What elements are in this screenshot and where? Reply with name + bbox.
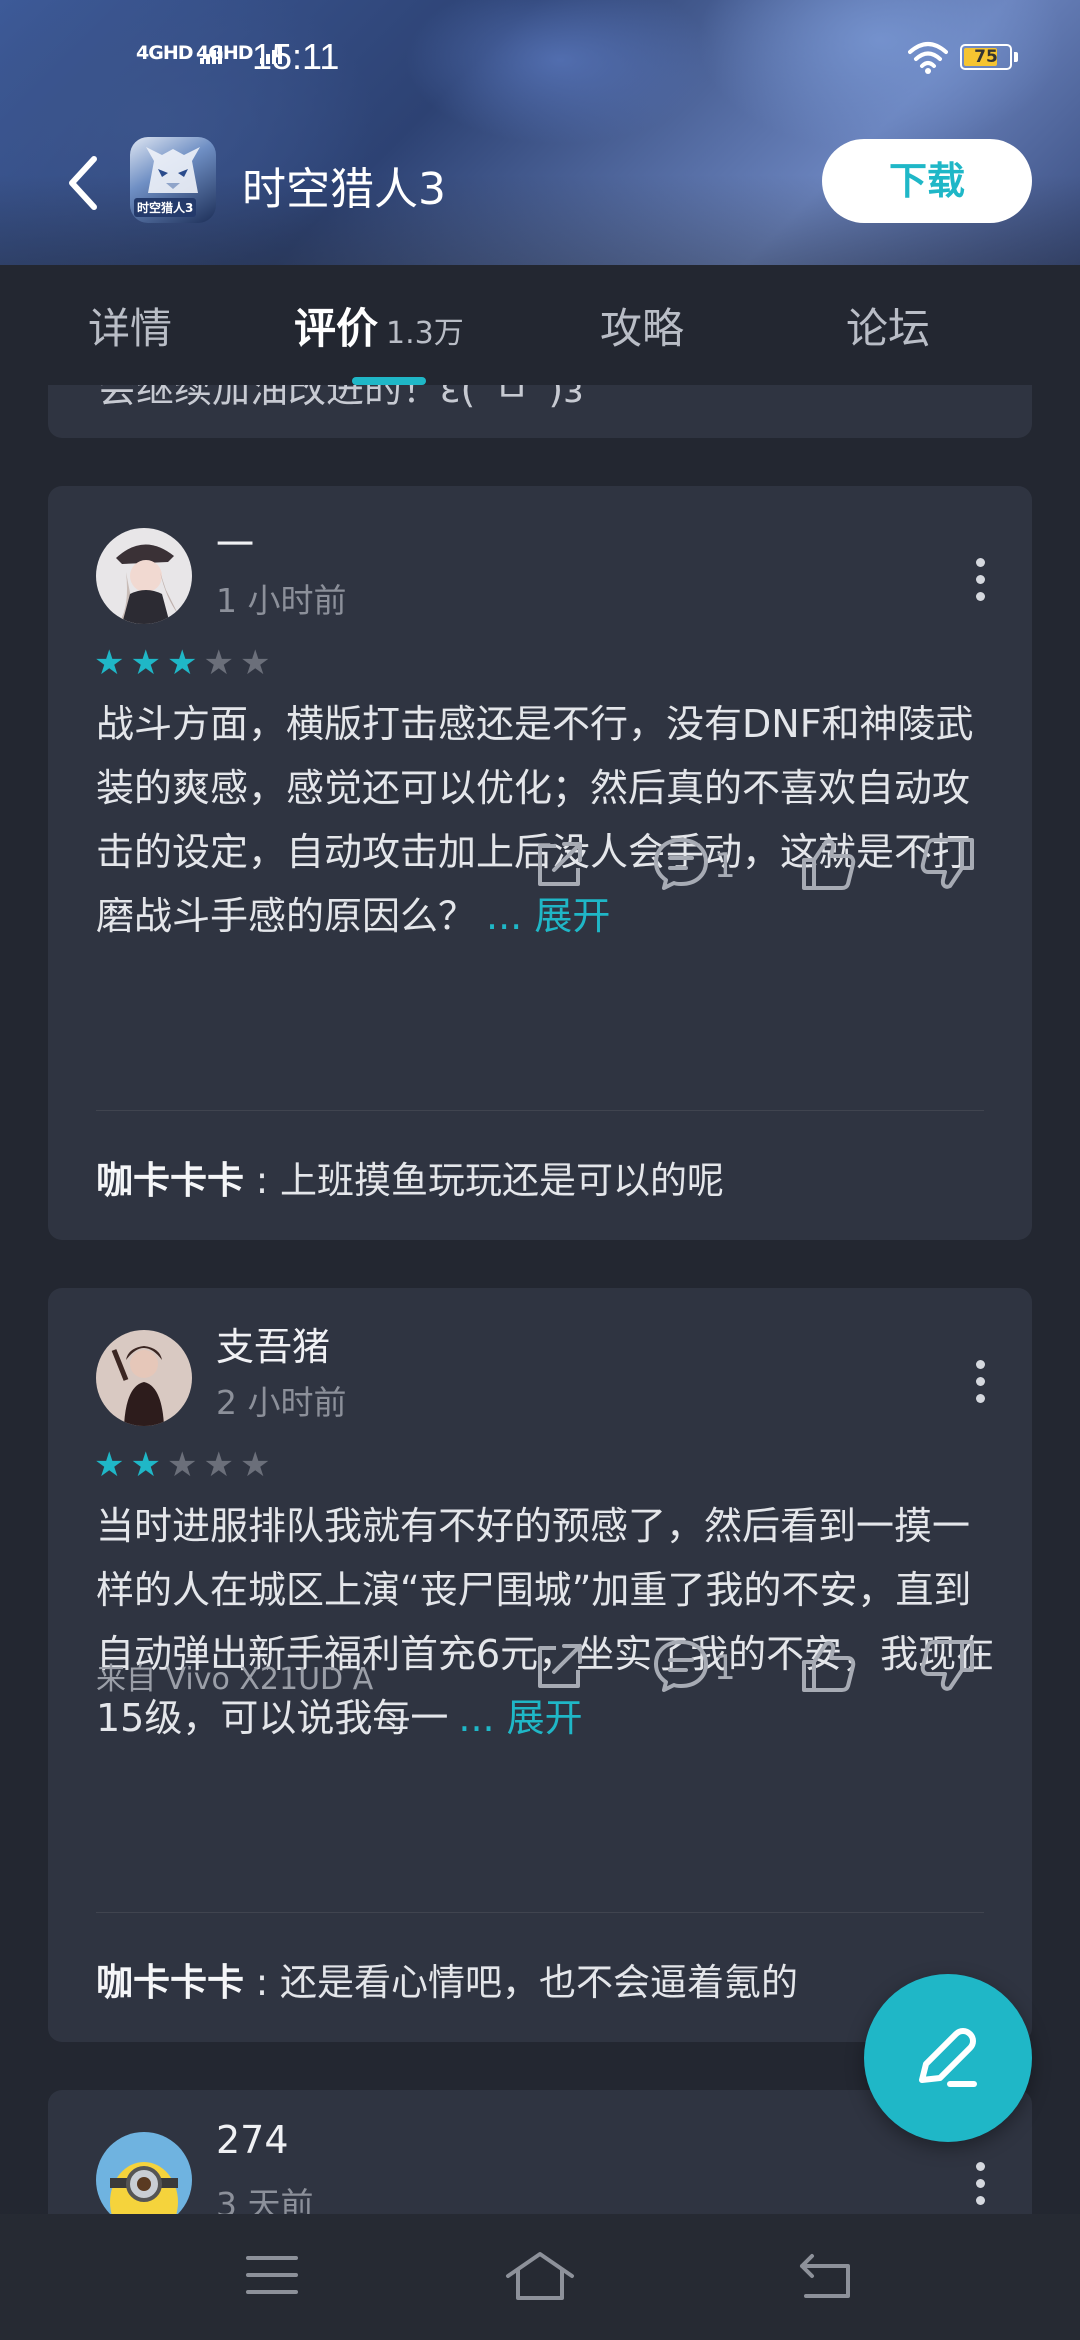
share-icon [538,1644,582,1688]
review-card[interactable]: 一 1 小时前 ★ ★ ★ ★ ★ 战斗方面，横版打击感还是不行，没有DNF和神陵武装的… [48,486,1032,1240]
more-vertical-icon[interactable] [974,1360,986,1404]
app-icon-label: 时空猎人3 [134,198,197,217]
star-filled-icon: ★ [130,643,161,683]
review-time: 1 小时前 [216,581,347,620]
tab-details[interactable]: 详情 [88,295,172,356]
star-empty-icon: ★ [239,1445,271,1485]
app-bar: 时空猎人3 时空猎人3 下载 [0,135,1080,235]
tab-forum-label: 论坛 [846,304,931,353]
comment-icon [654,838,708,890]
star-filled-icon: ★ [130,1445,161,1485]
reply-text: 还是看心情吧，也不会逼着氪的 [280,1961,798,2004]
tab-bar: 详情 评价 1.3万 攻略 论坛 [0,265,1080,385]
expand-link[interactable]: ... 展开 [458,1696,582,1740]
write-review-button[interactable] [864,1974,1032,2142]
share-button[interactable] [532,1638,588,1702]
avatar[interactable] [96,528,192,624]
tab-details-label: 详情 [88,304,173,353]
comment-count: 1 [714,846,736,886]
review-username[interactable]: 支吾猪 [216,1316,330,1371]
review-username[interactable]: 274 [216,2118,289,2162]
star-empty-icon: ★ [203,1445,234,1485]
like-button[interactable] [800,1638,856,1702]
star-empty-icon: ★ [203,643,234,683]
app-title: 时空猎人3 [242,164,446,215]
avatar[interactable] [96,1330,192,1426]
battery-percent: 75 [974,47,998,67]
reply-preview[interactable]: 咖卡卡卡 : 还是看心情吧，也不会逼着氪的 [96,1952,798,2006]
review-actions: 1 [48,1638,1032,1702]
user-avatar-icon [96,1330,192,1426]
review-card[interactable]: 支吾猪 2 小时前 ★ ★ ★ ★ ★ 当时进服排队我就有不好的预感了，然后看到一摸一样… [48,1288,1032,2042]
dislike-button[interactable] [920,1638,976,1702]
tab-forum[interactable]: 论坛 [846,295,930,356]
star-empty-icon: ★ [239,643,271,683]
menu-icon[interactable] [244,2250,300,2300]
back-arrow-icon[interactable] [64,153,104,213]
tab-reviews[interactable]: 评价 1.3万 [294,295,464,356]
reply-username: 咖卡卡卡 [96,1159,244,1202]
review-count: 1.3万 [386,316,464,351]
signal-2-label: 4GHD [196,42,253,64]
rating-stars: ★ ★ ★ ★ ★ [94,1448,276,1482]
battery-icon: 75 [960,44,1018,70]
share-button[interactable] [532,836,588,900]
signal-1-label: 4GHD [136,42,193,64]
review-text: 当时进服排队我就有不好的预感了，然后看到一摸一样的人在城区上演“丧尸围城”加重了… [96,1494,996,1750]
status-time: 15:11 [252,36,340,77]
review-username[interactable]: 一 [216,514,254,569]
return-icon[interactable] [796,2250,856,2302]
star-filled-icon: ★ [94,643,125,683]
tab-guides-label: 攻略 [600,304,685,353]
app-icon: 时空猎人3 [130,137,216,223]
star-filled-icon: ★ [166,643,198,683]
reply-text: 上班摸鱼玩玩还是可以的呢 [280,1159,724,1202]
share-icon [538,842,582,886]
thumbs-down-icon [920,1640,974,1691]
review-time: 2 小时前 [216,1383,347,1422]
tab-guides[interactable]: 攻略 [600,295,684,356]
thumbs-down-icon [920,838,974,889]
tab-reviews-label: 评价 [294,304,379,353]
thumbs-up-icon [802,1641,856,1692]
home-icon[interactable] [504,2250,576,2302]
system-nav-bar [0,2214,1080,2340]
review-text: 战斗方面，横版打击感还是不行，没有DNF和神陵武装的爽感，感觉还可以优化；然后真… [96,692,996,948]
review-actions: 1 [48,836,1032,900]
more-vertical-icon[interactable] [974,558,986,602]
like-button[interactable] [800,836,856,900]
download-button[interactable]: 下载 [822,139,1032,223]
user-avatar-icon [96,528,192,624]
comment-icon [654,1640,708,1692]
edit-pen-icon [919,2028,977,2087]
thumbs-up-icon [802,839,856,890]
reply-username: 咖卡卡卡 [96,1961,244,2004]
dislike-button[interactable] [920,836,976,900]
more-vertical-icon[interactable] [974,2162,986,2206]
divider [96,1912,984,1913]
comment-count: 1 [714,1648,736,1688]
star-filled-icon: ★ [94,1445,125,1485]
tab-indicator [352,377,426,385]
wifi-icon [908,42,948,74]
comment-button[interactable]: 1 [652,836,736,900]
reply-preview[interactable]: 咖卡卡卡 : 上班摸鱼玩玩还是可以的呢 [96,1150,724,1204]
comment-button[interactable]: 1 [652,1638,736,1702]
divider [96,1110,984,1111]
rating-stars: ★ ★ ★ ★ ★ [94,646,276,680]
status-bar: 4GHD 4GHD 15:11 75 [0,36,1080,86]
expand-link[interactable]: ... 展开 [486,894,610,938]
wolf-logo-icon [146,147,200,193]
star-empty-icon: ★ [166,1445,198,1485]
